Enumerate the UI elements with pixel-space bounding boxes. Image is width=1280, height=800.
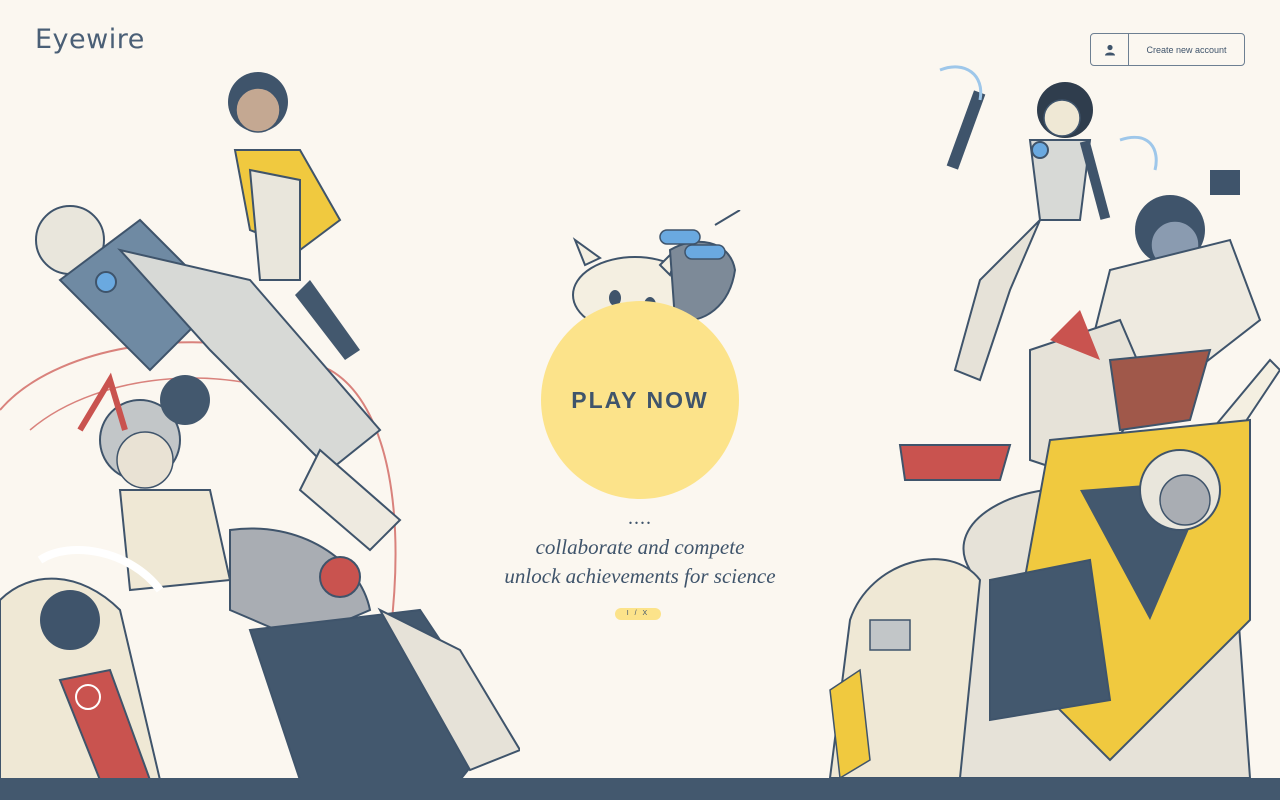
heroes-left-illustration: [0, 72, 520, 780]
heroes-right-illustration: [828, 65, 1280, 778]
slide-pager[interactable]: I / X: [615, 608, 661, 620]
tagline-line-2: unlock achievements for science: [504, 564, 776, 588]
play-now-button[interactable]: PLAY NOW: [541, 301, 739, 499]
footer-bar: [0, 778, 1280, 800]
tagline-line-1: collaborate and compete: [535, 535, 745, 559]
create-account-label: Create new account: [1146, 44, 1227, 55]
loading-dots: ....: [628, 507, 652, 529]
